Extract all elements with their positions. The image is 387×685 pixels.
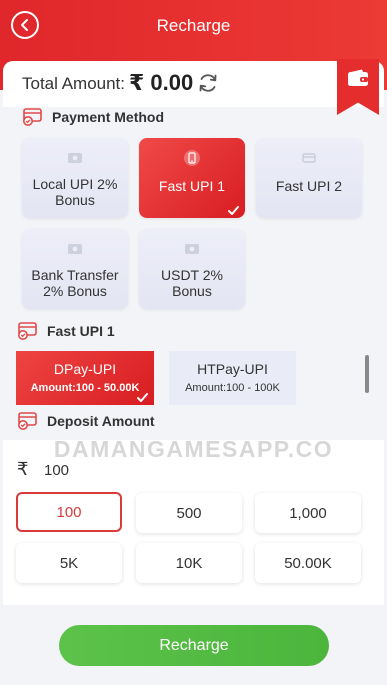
card-check-icon [23,108,42,126]
channel-name: DPay-UPI [53,361,117,377]
payment-method-header: Payment Method [22,108,164,126]
total-amount-card: Total Amount: ₹ 0.00 [3,59,384,115]
card-check-icon [18,412,37,430]
wallet-icon [348,69,368,86]
payment-method-usdt[interactable]: USDT 2% Bonus [139,229,245,309]
cash-icon [68,244,82,254]
channel-range: Amount:100 - 100K [185,382,280,394]
deposit-header: Deposit Amount [17,412,155,430]
payment-method-label: Bank Transfer 2% Bonus [31,267,119,299]
check-icon [228,206,239,215]
card-check-icon [18,322,37,340]
wallet-ribbon [337,59,379,115]
payment-method-local-upi[interactable]: Local UPI 2% Bonus [22,138,128,218]
payment-method-bank-transfer[interactable]: Bank Transfer 2% Bonus [22,229,128,309]
channel-header: Fast UPI 1 [17,322,115,340]
page-title: Recharge [156,16,231,35]
payment-method-label: USDT 2% Bonus [161,267,223,299]
amount-option-1000[interactable]: 1,000 [255,493,361,533]
total-amount-value: ₹ 0.00 [129,70,194,95]
channel-title: Fast UPI 1 [47,323,115,339]
card-icon [302,153,316,163]
payment-method-label: Fast UPI 1 [158,178,226,194]
payment-method-title: Payment Method [52,109,165,125]
payment-method-label: Fast UPI 2 [275,178,343,194]
channel-name: HTPay-UPI [197,361,268,377]
refresh-icon[interactable] [197,72,219,94]
payment-method-fast-upi-2[interactable]: Fast UPI 2 [256,138,362,218]
total-amount-label: Total Amount: [22,74,126,93]
cash-icon [68,153,82,163]
payment-method-fast-upi-1[interactable]: Fast UPI 1 [139,138,245,218]
payment-method-label: Local UPI 2% Bonus [32,176,118,208]
deposit-title: Deposit Amount [47,413,155,429]
recharge-button[interactable]: Recharge [59,625,329,666]
amount-option-10k[interactable]: 10K [136,543,242,583]
channel-htpay-upi[interactable]: HTPay-UPI Amount:100 - 100K [169,351,296,405]
phone-icon [184,150,200,166]
channel-scrollbar[interactable] [365,355,369,393]
channel-dpay-upi[interactable]: DPay-UPI Amount:100 - 50.00K [16,351,154,405]
amount-option-5k[interactable]: 5K [16,543,122,583]
cash-icon [185,244,199,254]
amount-option-50k[interactable]: 50.00K [255,543,361,583]
amount-option-500[interactable]: 500 [136,493,242,533]
deposit-amount-input[interactable] [44,459,244,481]
check-icon [137,393,148,402]
amount-option-100[interactable]: 100 [16,492,122,532]
currency-symbol: ₹ [17,459,29,479]
